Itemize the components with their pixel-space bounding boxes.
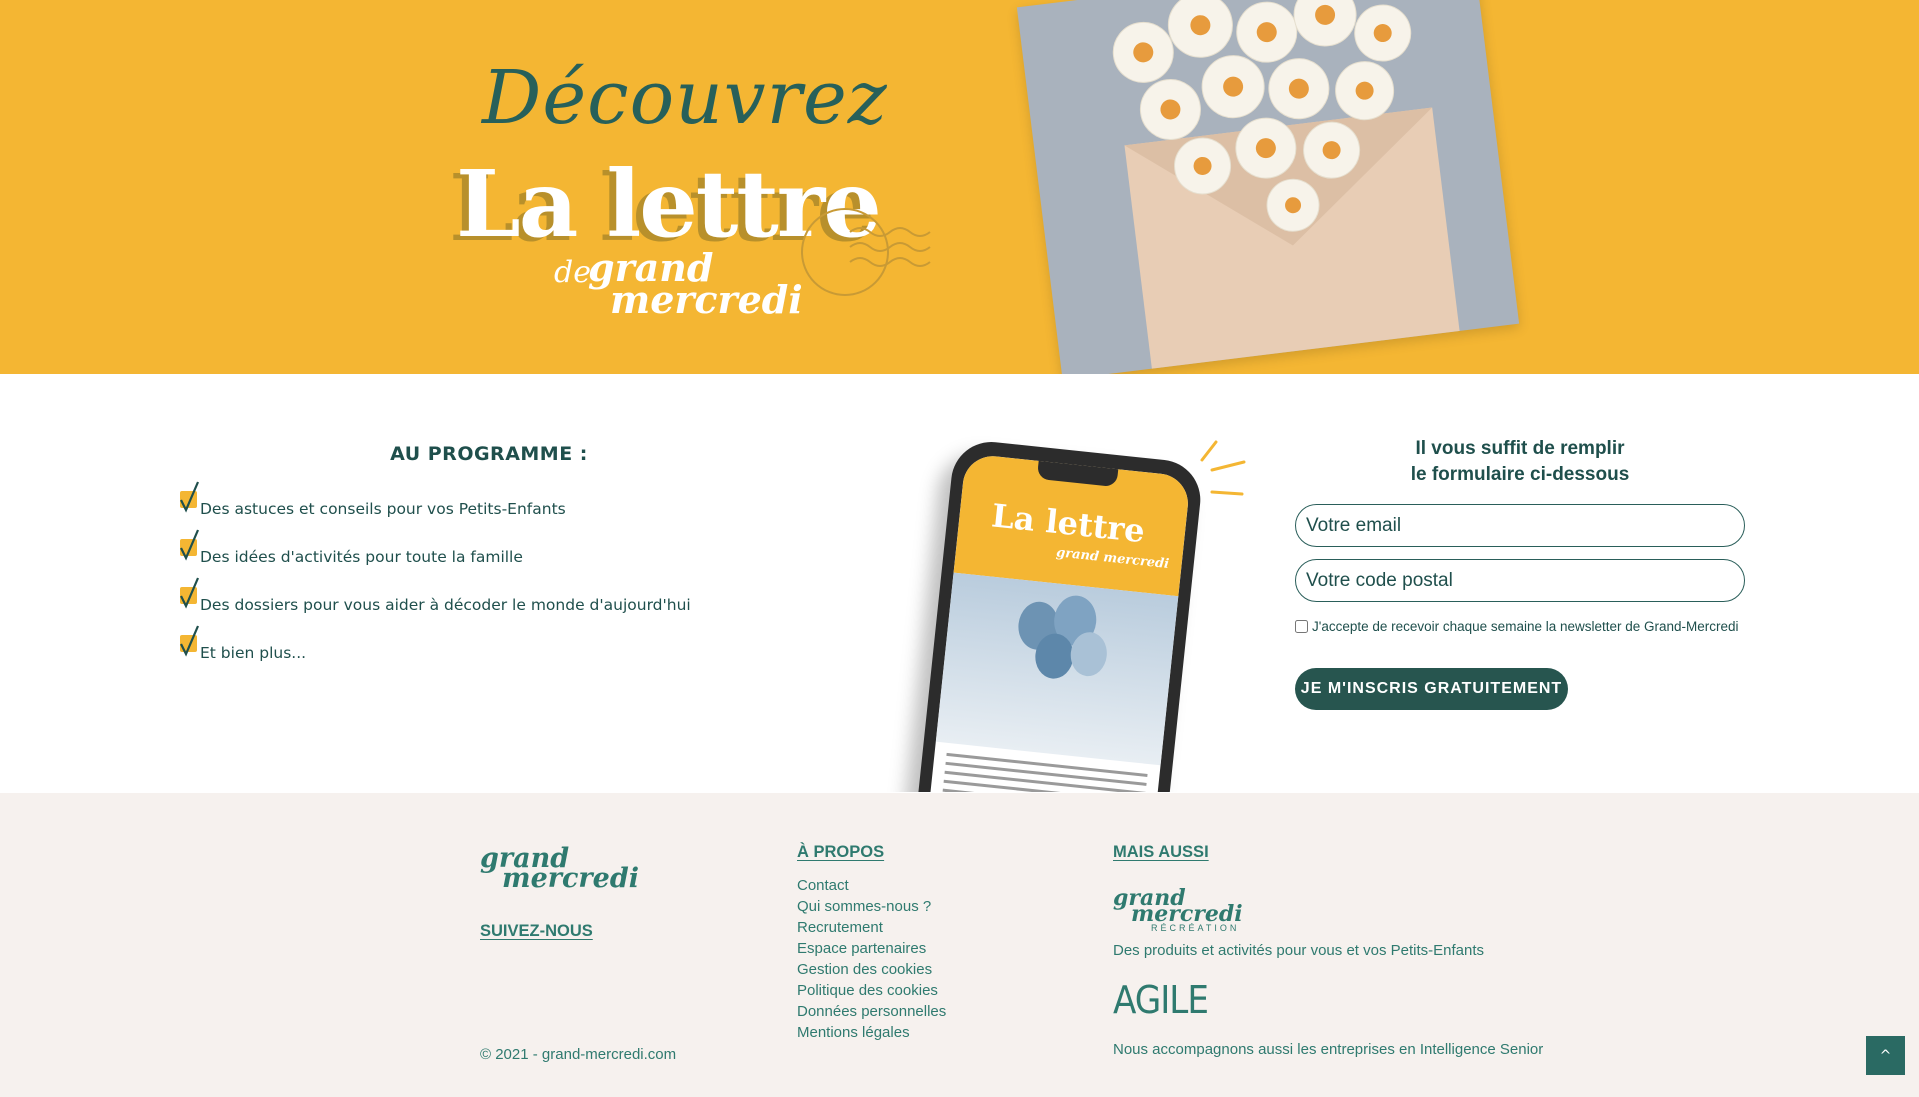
hero-brand-mercredi: mercredi — [610, 277, 803, 322]
balloons-photo — [935, 572, 1179, 766]
program-item: Des dossiers pour vous aider à décoder l… — [178, 574, 691, 622]
envelope-flowers-photo — [1016, 0, 1520, 374]
program-item-text: Des idées d'activités pour toute la fami… — [200, 548, 523, 566]
hero-banner: Découvrez La lettre de grand mercredi — [0, 0, 1919, 374]
scroll-to-top-button[interactable]: ^ — [1866, 1036, 1905, 1075]
grand-mercredi-recreation-logo[interactable]: grand mercredi RÉCRÉATION — [1113, 885, 1243, 933]
hero-title: Découvrez La lettre de grand mercredi — [450, 55, 970, 322]
form-title: Il vous suffit de remplir le formulaire … — [1295, 436, 1745, 488]
consent-row: J'accepte de recevoir chaque semaine la … — [1295, 616, 1745, 637]
follow-us-heading: SUIVEZ-NOUS — [480, 922, 593, 940]
link-recruitment[interactable]: Recrutement — [797, 917, 946, 938]
link-about-us[interactable]: Qui sommes-nous ? — [797, 896, 946, 917]
checkmark-icon — [178, 526, 200, 562]
sparkle-rays-icon — [1200, 440, 1246, 496]
link-cookie-policy[interactable]: Politique des cookies — [797, 980, 946, 1001]
postmark-stamp-icon — [801, 208, 931, 296]
email-field[interactable] — [1295, 504, 1745, 547]
consent-checkbox[interactable] — [1295, 620, 1308, 633]
about-links: Contact Qui sommes-nous ? Recrutement Es… — [797, 875, 946, 1043]
checkmark-icon — [178, 478, 200, 514]
also-heading: MAIS AUSSI — [1113, 843, 1209, 861]
link-partners[interactable]: Espace partenaires — [797, 938, 946, 959]
program-item: Des idées d'activités pour toute la fami… — [178, 526, 691, 574]
link-personal-data[interactable]: Données personnelles — [797, 1001, 946, 1022]
phone-newsletter-title: La lettre — [989, 496, 1147, 551]
postal-code-field[interactable] — [1295, 559, 1745, 602]
copyright: © 2021 - grand-mercredi.com — [480, 1046, 677, 1063]
about-heading: À PROPOS — [797, 843, 885, 861]
agile-logo[interactable]: AGILE — [1113, 978, 1209, 1022]
footer — [0, 793, 1919, 1097]
program-item-text: Des dossiers pour vous aider à décoder l… — [200, 596, 691, 614]
form-title-line2: le formulaire ci-dessous — [1410, 464, 1630, 485]
phone-brand: grand mercredi — [1055, 545, 1170, 573]
recreation-description: Des produits et activités pour vous et v… — [1113, 942, 1485, 959]
phone-screen: La lettre grand mercredi — [924, 453, 1191, 792]
link-contact[interactable]: Contact — [797, 875, 946, 896]
program-title: AU PROGRAMME : — [390, 443, 588, 465]
checkmark-icon — [178, 574, 200, 610]
hero-line-decouvrez: Découvrez — [482, 55, 888, 141]
program-item: Des astuces et conseils pour vos Petits-… — [178, 478, 691, 526]
hero-de: de — [554, 255, 591, 290]
link-legal-notice[interactable]: Mentions légales — [797, 1022, 946, 1043]
consent-label: J'accepte de recevoir chaque semaine la … — [1312, 619, 1739, 634]
program-item-text: Et bien plus... — [200, 644, 307, 662]
subscribe-button[interactable]: JE M'INSCRIS GRATUITEMENT — [1295, 668, 1568, 710]
link-cookie-management[interactable]: Gestion des cookies — [797, 959, 946, 980]
program-item: Et bien plus... — [178, 622, 691, 670]
program-list: Des astuces et conseils pour vos Petits-… — [178, 478, 691, 670]
checkmark-icon — [178, 622, 200, 658]
program-item-text: Des astuces et conseils pour vos Petits-… — [200, 500, 566, 518]
agile-description: Nous accompagnons aussi les entreprises … — [1113, 1041, 1544, 1058]
phone-device: La lettre grand mercredi — [911, 438, 1205, 792]
form-title-line1: Il vous suffit de remplir — [1415, 438, 1625, 459]
